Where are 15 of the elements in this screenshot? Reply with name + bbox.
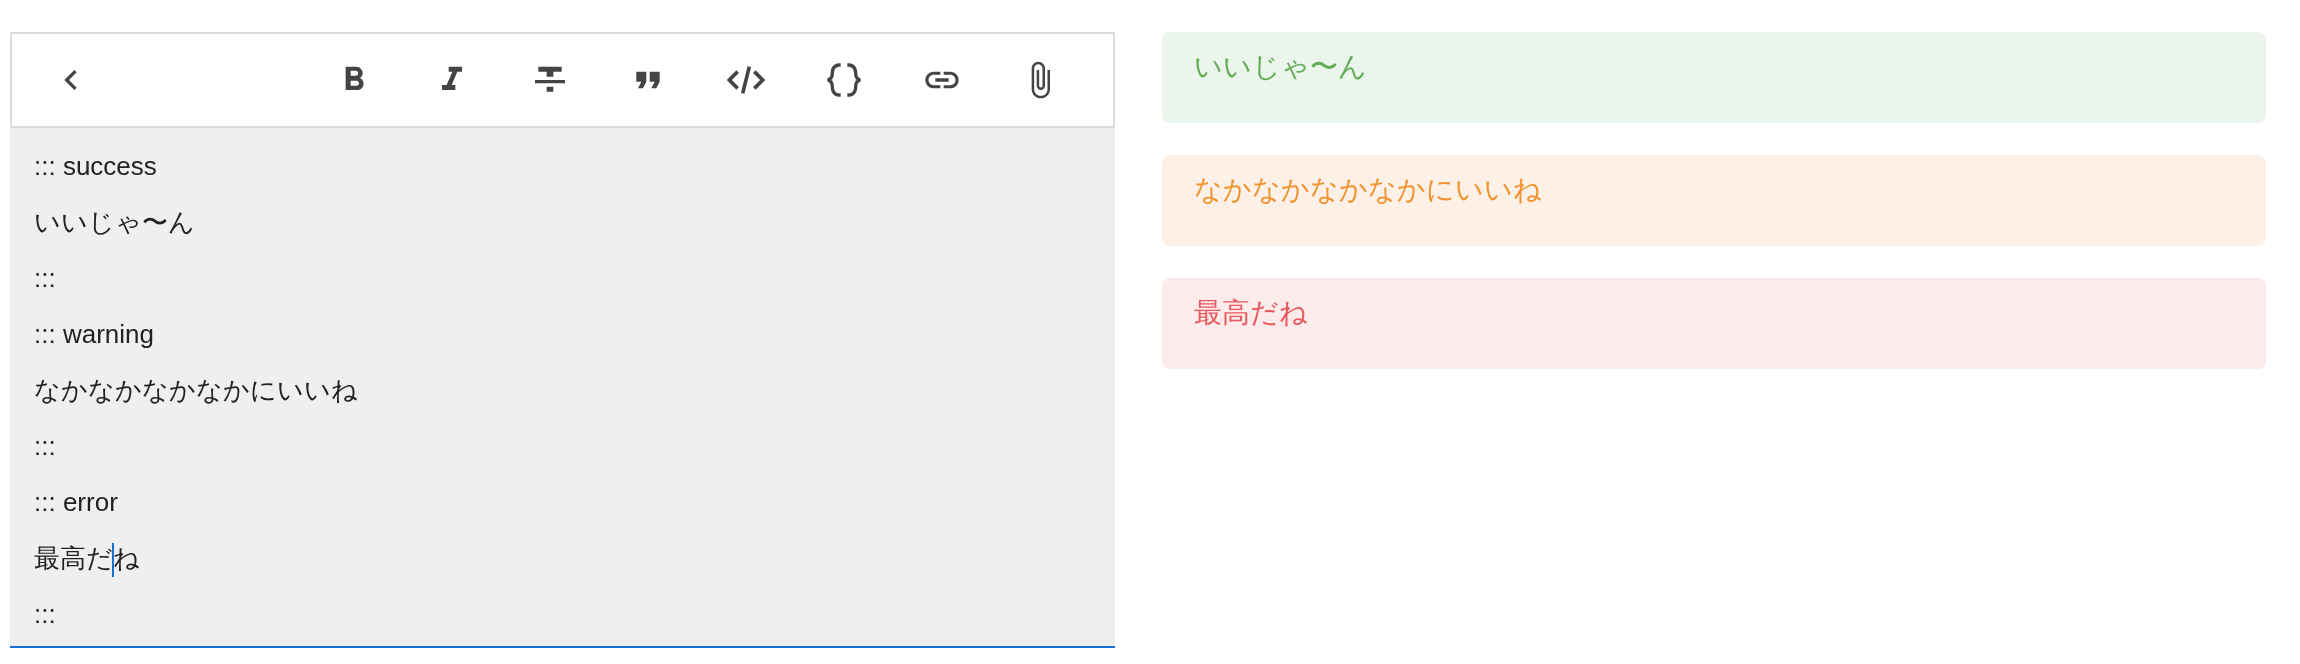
editor-line: ::: xyxy=(34,262,57,295)
text-caret xyxy=(112,543,114,578)
editor-line: ::: xyxy=(34,430,57,463)
editor-line: なかなかなかなかにいいね xyxy=(34,374,359,407)
success-message: いいじゃ〜ん xyxy=(1162,32,2266,123)
editor-text-area[interactable]: ::: success いいじゃ〜ん ::: ::: warning なかなかなかなかにいいね ::: ::: error 最高だね ::: xyxy=(10,128,1115,648)
editor-line: 最高だね xyxy=(34,530,1091,586)
error-message: 最高だね xyxy=(1162,278,2266,369)
warning-message: なかなかなかなかにいいね xyxy=(1162,155,2266,246)
curly-braces-icon xyxy=(824,60,864,100)
editor-line: ::: xyxy=(34,598,57,631)
editor-line: いいじゃ〜ん xyxy=(34,206,196,239)
editor-line: ::: success xyxy=(34,150,158,183)
editor-line: ::: error xyxy=(34,486,119,519)
editor-line: ::: warning xyxy=(34,318,155,351)
